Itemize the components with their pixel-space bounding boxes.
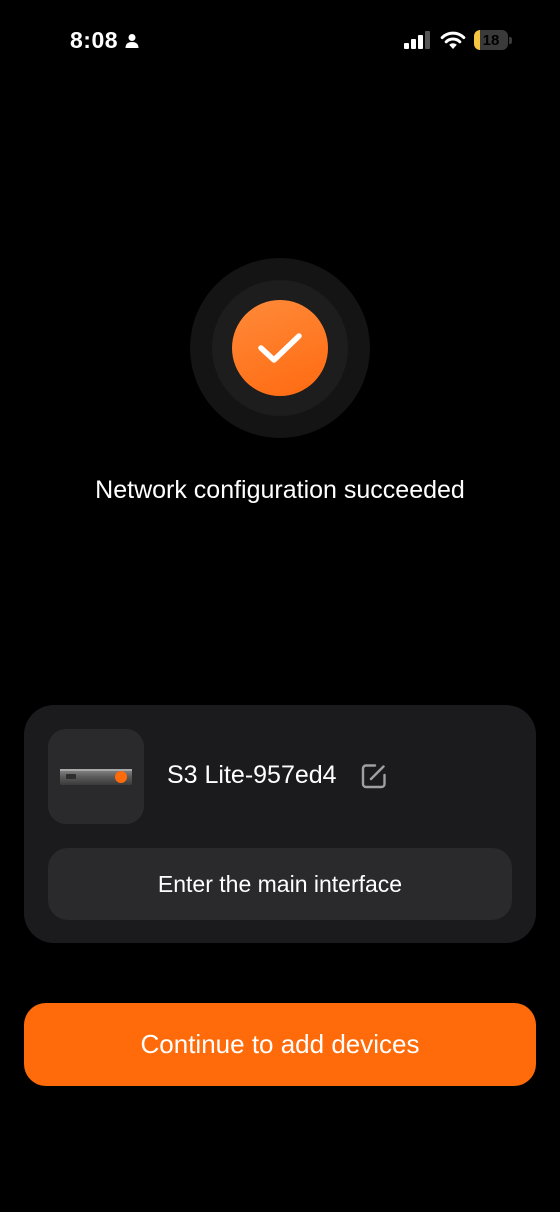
signal-icon	[404, 31, 430, 49]
edit-icon[interactable]	[361, 763, 387, 789]
device-name: S3 Lite-957ed4	[167, 761, 337, 789]
status-time: 8:08	[70, 27, 140, 54]
battery-body: 18	[474, 30, 508, 50]
status-bar: 8:08 18	[0, 0, 560, 84]
wifi-icon	[440, 31, 466, 49]
success-badge	[232, 300, 328, 396]
device-image-icon	[60, 768, 132, 785]
battery-cap	[509, 36, 512, 44]
status-indicators: 18	[404, 30, 512, 50]
success-title: Network configuration succeeded	[95, 476, 465, 504]
status-time-text: 8:08	[70, 27, 119, 53]
device-name-row: S3 Lite-957ed4	[167, 761, 387, 790]
device-card: S3 Lite-957ed4 Enter the main interface	[24, 705, 536, 943]
checkmark-icon	[258, 333, 302, 363]
person-icon	[125, 33, 139, 48]
battery-icon: 18	[474, 30, 512, 50]
device-thumbnail	[48, 729, 144, 824]
battery-level: 18	[482, 31, 500, 49]
continue-add-devices-button[interactable]: Continue to add devices	[24, 1003, 536, 1086]
enter-main-interface-button[interactable]: Enter the main interface	[48, 848, 512, 920]
